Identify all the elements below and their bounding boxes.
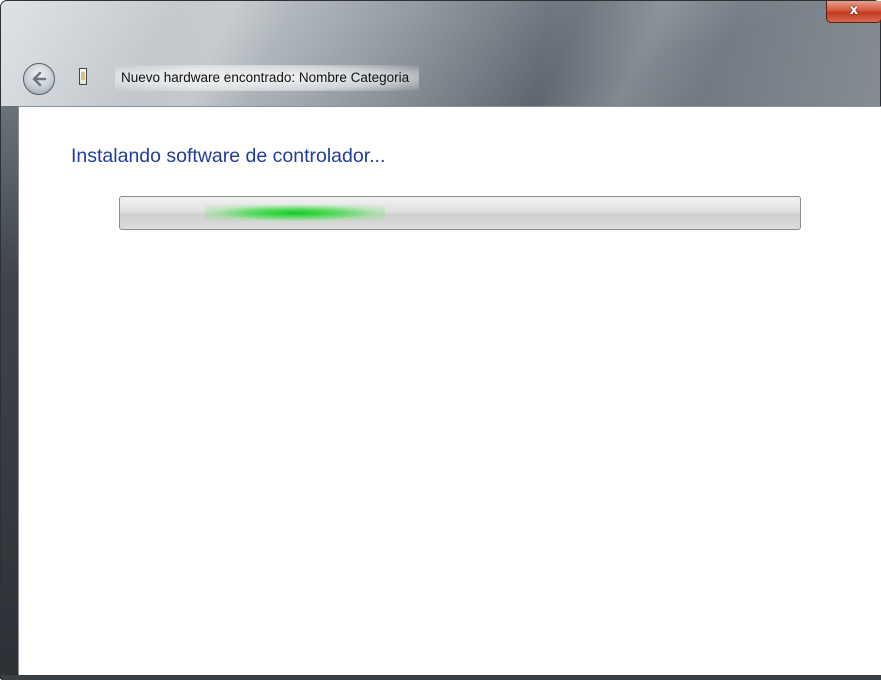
- wizard-window: Nuevo hardware encontrado: Nombre Catego…: [0, 0, 881, 680]
- progress-marquee-indicator: [205, 205, 385, 221]
- page-heading: Instalando software de controlador...: [71, 145, 386, 167]
- hardware-device-icon: [79, 68, 87, 85]
- progress-bar: [119, 196, 801, 230]
- window-title: Nuevo hardware encontrado: Nombre Catego…: [115, 65, 420, 91]
- close-icon: x: [849, 3, 859, 18]
- window-frame-left: [1, 106, 18, 680]
- title-bar[interactable]: Nuevo hardware encontrado: Nombre Catego…: [1, 1, 881, 106]
- window-frame-bottom: [1, 675, 881, 680]
- back-button[interactable]: [23, 63, 55, 95]
- wizard-content: Instalando software de controlador...: [18, 106, 881, 675]
- glass-highlight: [536, 1, 746, 106]
- close-button[interactable]: x: [826, 1, 881, 23]
